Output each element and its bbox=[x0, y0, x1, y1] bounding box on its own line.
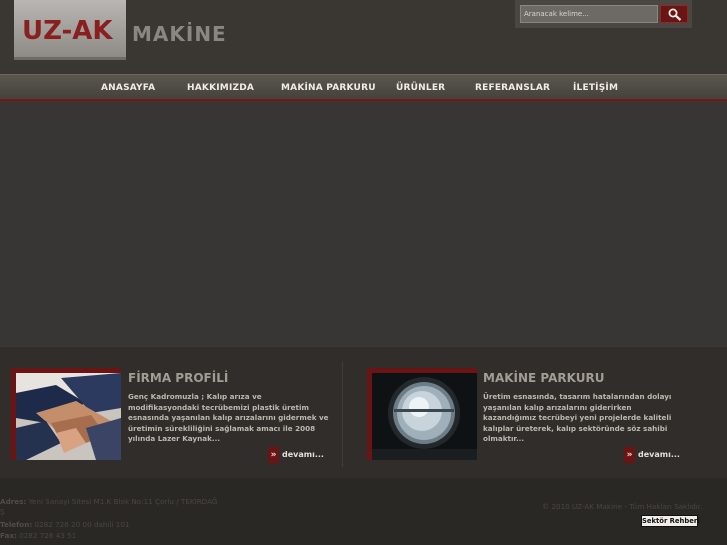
phone-label: Telefon: bbox=[0, 520, 33, 529]
more-link-label: devamı... bbox=[638, 450, 680, 459]
footer-phone: Telefon: 0282 726 20 00 dahili 101 bbox=[0, 520, 129, 529]
footer-address-tail: Ş bbox=[0, 507, 5, 516]
nav-item-makina-parkuru[interactable]: MAKİNA PARKURU bbox=[281, 83, 376, 93]
header: UZ-AK MAKİNE bbox=[0, 0, 727, 74]
firma-profili-text: Genç Kadromuzla ; Kalıp arıza ve modifik… bbox=[128, 392, 329, 444]
firma-profili-title[interactable]: FİRMA PROFİLİ bbox=[128, 371, 228, 385]
fax-value: 0282 726 43 51 bbox=[19, 531, 77, 540]
banner-area bbox=[0, 101, 727, 346]
phone-value: 0282 726 20 00 dahili 101 bbox=[34, 520, 130, 529]
makine-parkuru-more-link[interactable]: » devamı... bbox=[624, 447, 684, 463]
nav-item-urunler[interactable]: ÜRÜNLER bbox=[396, 83, 445, 93]
more-link-label: devamı... bbox=[282, 450, 324, 459]
search-input[interactable] bbox=[520, 5, 658, 23]
nav-item-iletisim[interactable]: İLETİŞİM bbox=[573, 83, 618, 93]
feature-divider bbox=[342, 361, 343, 467]
nav-item-hakkimizda[interactable]: HAKKIMIZDA bbox=[187, 83, 254, 93]
main-nav: ANASAYFA HAKKIMIZDA MAKİNA PARKURU ÜRÜNL… bbox=[0, 74, 727, 101]
nav-item-referanslar[interactable]: REFERANSLAR bbox=[475, 83, 550, 93]
copyright: © 2010 UZ-AK Makine - Tüm Hakları Saklıd… bbox=[542, 502, 703, 511]
makine-parkuru-text: Üretim esnasında, tasarım hatalarından d… bbox=[483, 392, 672, 444]
footer-address: Adres: Yeni Sanayi Sitesi M1.K Blok No:1… bbox=[0, 497, 217, 506]
makine-parkuru-image[interactable] bbox=[367, 368, 477, 460]
sektor-rehberi-badge[interactable]: Sektör Rehberi bbox=[641, 515, 700, 527]
features-section: FİRMA PROFİLİ Genç Kadromuzla ; Kalıp ar… bbox=[0, 346, 727, 478]
footer-fax: Fax: 0282 726 43 51 bbox=[0, 531, 76, 540]
search-button[interactable] bbox=[660, 5, 688, 23]
footer: Adres: Yeni Sanayi Sitesi M1.K Blok No:1… bbox=[0, 478, 727, 545]
address-label: Adres: bbox=[0, 497, 27, 506]
firma-profili-image[interactable] bbox=[11, 368, 121, 460]
logo[interactable]: UZ-AK bbox=[14, 0, 126, 60]
double-chevron-right-icon: » bbox=[624, 447, 635, 463]
logo-text: UZ-AK bbox=[22, 16, 113, 46]
address-value: Yeni Sanayi Sitesi M1.K Blok No:11 Çorlu… bbox=[28, 497, 218, 506]
double-chevron-right-icon: » bbox=[268, 447, 279, 463]
search-icon bbox=[668, 8, 682, 21]
fax-label: Fax: bbox=[0, 531, 17, 540]
firma-profili-more-link[interactable]: » devamı... bbox=[268, 447, 328, 463]
search-box bbox=[515, 0, 692, 28]
logo-subtitle: MAKİNE bbox=[132, 22, 227, 46]
makine-parkuru-title[interactable]: MAKİNE PARKURU bbox=[483, 371, 604, 385]
nav-item-anasayfa[interactable]: ANASAYFA bbox=[101, 83, 155, 93]
